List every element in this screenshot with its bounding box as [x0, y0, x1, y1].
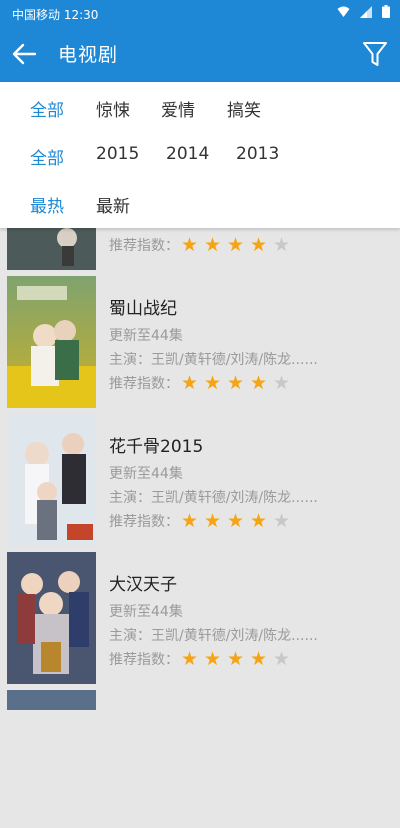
star-filled-icon: ★	[250, 510, 268, 532]
series-title: 花千骨2015	[109, 437, 204, 457]
battery-icon	[382, 5, 390, 18]
star-filled-icon: ★	[250, 648, 268, 670]
rating-label: 推荐指数：	[109, 238, 179, 254]
rating-stars: ★ ★ ★ ★ ★	[181, 234, 296, 256]
poster-image	[7, 414, 96, 546]
rating: 推荐指数： ★ ★ ★ ★ ★	[109, 235, 296, 255]
filter-panel: 全部 惊悚 爱情 搞笑 全部 2015 2014 2013 最热 最新	[0, 82, 400, 228]
genre-option-thriller[interactable]: 惊悚	[96, 96, 130, 121]
year-option-all[interactable]: 全部	[30, 144, 64, 169]
genre-option-comedy[interactable]: 搞笑	[227, 96, 261, 121]
filter-icon[interactable]	[362, 40, 388, 68]
sort-option-hottest[interactable]: 最热	[30, 192, 64, 217]
rating-label: 推荐指数：	[109, 652, 179, 668]
poster-image	[7, 552, 96, 684]
cast-text: 主演：王凯/黄轩德/刘涛/陈龙......	[109, 352, 318, 368]
rating: 推荐指数： ★ ★ ★ ★ ★	[109, 649, 296, 669]
star-filled-icon: ★	[204, 510, 222, 532]
rating: 推荐指数： ★ ★ ★ ★ ★	[109, 373, 296, 393]
genre-filter-row: 全部 惊悚 爱情 搞笑	[0, 82, 400, 130]
back-arrow-icon[interactable]	[10, 40, 38, 68]
year-option-2013[interactable]: 2013	[236, 144, 279, 164]
star-empty-icon: ★	[273, 648, 291, 670]
star-filled-icon: ★	[181, 648, 199, 670]
series-title: 大汉天子	[109, 575, 177, 595]
star-filled-icon: ★	[227, 510, 245, 532]
star-filled-icon: ★	[204, 234, 222, 256]
star-filled-icon: ★	[181, 234, 199, 256]
genre-option-all[interactable]: 全部	[30, 96, 64, 121]
star-filled-icon: ★	[204, 648, 222, 670]
star-filled-icon: ★	[227, 372, 245, 394]
update-status: 更新至44集	[109, 328, 183, 344]
signal-icon	[360, 5, 372, 18]
rating-label: 推荐指数：	[109, 376, 179, 392]
star-empty-icon: ★	[273, 234, 291, 256]
cast-text: 主演：王凯/黄轩德/刘涛/陈龙......	[109, 628, 318, 644]
poster-image	[7, 690, 96, 710]
rating-stars: ★ ★ ★ ★ ★	[181, 510, 296, 532]
sort-option-newest[interactable]: 最新	[96, 192, 130, 217]
rating-stars: ★ ★ ★ ★ ★	[181, 372, 296, 394]
list-item[interactable]: 蜀山战纪 更新至44集 主演：王凯/黄轩德/刘涛/陈龙...... 推荐指数： …	[0, 276, 400, 414]
app-bar: 电视剧	[0, 26, 400, 82]
star-filled-icon: ★	[250, 234, 268, 256]
star-filled-icon: ★	[181, 372, 199, 394]
rating: 推荐指数： ★ ★ ★ ★ ★	[109, 511, 296, 531]
page-title: 电视剧	[58, 44, 119, 66]
cast-text: 主演：王凯/黄轩德/刘涛/陈龙......	[109, 490, 318, 506]
year-option-2014[interactable]: 2014	[166, 144, 209, 164]
list-item[interactable]: 花千骨2015 更新至44集 主演：王凯/黄轩德/刘涛/陈龙...... 推荐指…	[0, 414, 400, 552]
poster-image	[7, 276, 96, 408]
star-filled-icon: ★	[204, 372, 222, 394]
wifi-icon	[337, 6, 350, 17]
rating-label: 推荐指数：	[109, 514, 179, 530]
star-filled-icon: ★	[181, 510, 199, 532]
status-bar: 中国移动 12:30	[0, 0, 400, 26]
star-filled-icon: ★	[227, 648, 245, 670]
series-title: 蜀山战纪	[109, 299, 177, 319]
star-filled-icon: ★	[250, 372, 268, 394]
rating-stars: ★ ★ ★ ★ ★	[181, 648, 296, 670]
year-option-2015[interactable]: 2015	[96, 144, 139, 164]
star-empty-icon: ★	[273, 510, 291, 532]
carrier-time: 中国移动 12:30	[12, 8, 99, 22]
update-status: 更新至44集	[109, 466, 183, 482]
list-item[interactable]: 大汉天子 更新至44集 主演：王凯/黄轩德/刘涛/陈龙...... 推荐指数： …	[0, 552, 400, 690]
star-empty-icon: ★	[273, 372, 291, 394]
update-status: 更新至44集	[109, 604, 183, 620]
year-filter-row: 全部 2015 2014 2013	[0, 130, 400, 178]
star-filled-icon: ★	[227, 234, 245, 256]
sort-filter-row: 最热 最新	[0, 178, 400, 226]
genre-option-romance[interactable]: 爱情	[161, 96, 195, 121]
tv-series-list: 主演：王凯/黄轩德/刘涛/陈龙...... 推荐指数： ★★★★★ 蜀山战纪 更…	[0, 138, 400, 828]
